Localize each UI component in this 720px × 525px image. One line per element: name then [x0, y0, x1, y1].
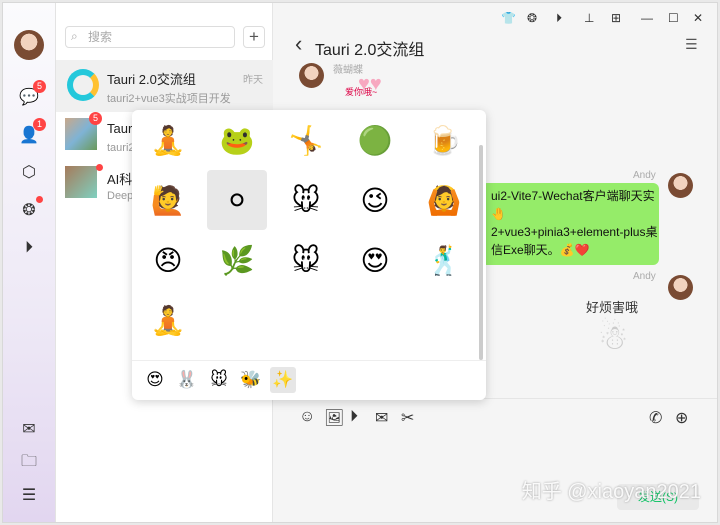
sticker[interactable]: 🐭	[276, 230, 336, 290]
item-subtitle: tauri2	[107, 142, 135, 154]
app-window: 💬 5 👤 1 ⬡ ❂ ⏵ ✉ 🗀 ☰ 搜索 ⌕ + Tauri 2.0交流组 …	[2, 2, 718, 523]
play-icon[interactable]: ⏵	[556, 11, 562, 26]
grid-icon[interactable]: ⊞	[611, 11, 621, 25]
search-icon: ⌕	[71, 29, 78, 43]
item-subtitle: tauri2+vue3实战项目开发	[107, 93, 231, 105]
sticker[interactable]: 🤸	[276, 110, 336, 170]
sticker-tab[interactable]: 🐝	[238, 367, 264, 393]
message-line: 2+vue3+pinia3+element-plus桌	[491, 225, 658, 239]
mail-icon[interactable]: ✉	[17, 417, 41, 441]
pin-icon[interactable]: ⊥	[584, 11, 594, 25]
plus-icon[interactable]: ⊕	[675, 408, 688, 428]
message-line: 信Exe聊天。💰❤️	[491, 243, 590, 257]
sticker-picker: 🧘 🐸 🤸 🟢 🍺 🙋 ⚪ 🐭 😉 🙆 😠 🌿 🐭 😍 🕺 🧘 😍 🐰 🐭 🐝 ✨	[132, 110, 486, 400]
phone-icon[interactable]: ✆	[649, 408, 662, 428]
sticker-tab[interactable]: 🐰	[174, 367, 200, 393]
settings-icon[interactable]: ☰	[685, 36, 698, 53]
sticker-tab[interactable]: 😍	[142, 367, 168, 393]
message-bubble: ui2-Vite7-Wechat客户端聊天实 🤚 2+vue3+pinia3+e…	[481, 183, 659, 265]
group-avatar	[65, 166, 97, 198]
hearts-sticker: ♥♥	[358, 73, 382, 95]
sticker-message: 好烦害哦	[586, 300, 639, 315]
add-button[interactable]: +	[243, 26, 265, 48]
sender-name: Andy	[633, 170, 656, 181]
image-icon[interactable]: 🖼	[324, 408, 344, 428]
sticker[interactable]: 🕺	[414, 230, 474, 290]
sticker-figure: ☃	[598, 319, 629, 357]
menu-icon[interactable]: ☰	[17, 483, 41, 507]
item-subtitle: Deep	[107, 190, 134, 202]
close-icon[interactable]: ✕	[693, 11, 703, 25]
box-icon[interactable]: ⬡	[17, 160, 41, 184]
message-line: 🤚	[491, 207, 506, 221]
sticker[interactable]: 😉	[345, 170, 405, 230]
item-title: Tauri 2.0交流组	[107, 72, 196, 87]
emoji-icon[interactable]: ☺	[299, 408, 315, 426]
sticker[interactable]: 🌿	[207, 230, 267, 290]
user-avatar[interactable]	[14, 30, 44, 60]
item-dot	[96, 164, 103, 171]
sticker[interactable]: 🧘	[138, 110, 198, 170]
search-input[interactable]: 搜索	[65, 26, 235, 48]
sender-avatar	[668, 173, 693, 198]
item-title: AI科	[107, 172, 133, 187]
tauri-logo-icon	[67, 69, 99, 101]
sticker[interactable]: ⚪	[207, 170, 267, 230]
item-time: 昨天	[243, 75, 263, 86]
sender-avatar	[299, 63, 324, 88]
watermark: 知乎 @xiaoyan2021	[521, 481, 701, 503]
sender-avatar	[668, 275, 693, 300]
sticker[interactable]: 🟢	[345, 110, 405, 170]
sticker[interactable]: 🐸	[207, 110, 267, 170]
back-icon[interactable]: ‹	[295, 31, 302, 57]
sticker[interactable]: 🙋	[138, 170, 198, 230]
item-badge: 5	[89, 112, 102, 125]
sender-name: Andy	[633, 271, 656, 282]
contacts-badge: 1	[33, 118, 46, 131]
chat-badge: 5	[33, 80, 46, 93]
skin-icon[interactable]: 👕	[501, 11, 516, 25]
sidebar: 💬 5 👤 1 ⬡ ❂ ⏵ ✉ 🗀 ☰	[3, 3, 56, 522]
envelope-icon[interactable]: ✉	[375, 408, 388, 428]
sticker[interactable]: 🧘	[138, 290, 198, 350]
scissors-icon[interactable]: ✂	[401, 408, 414, 428]
folder-icon[interactable]: 🗀	[17, 451, 41, 475]
scrollbar[interactable]	[479, 145, 483, 360]
video-icon[interactable]: ⏵	[350, 408, 358, 426]
list-item[interactable]: Tauri 2.0交流组 tauri2+vue3实战项目开发 昨天	[56, 60, 273, 112]
aperture-dot	[36, 196, 43, 203]
sticker[interactable]: 🍺	[414, 110, 474, 170]
chat-title: Tauri 2.0交流组	[315, 42, 425, 59]
sticker-tab[interactable]: ✨	[270, 367, 296, 393]
sticker[interactable]: 🙆	[414, 170, 474, 230]
item-title: Taur	[107, 121, 133, 136]
maximize-icon[interactable]: ☐	[668, 11, 679, 25]
sticker-grid: 🧘 🐸 🤸 🟢 🍺 🙋 ⚪ 🐭 😉 🙆 😠 🌿 🐭 😍 🕺 🧘	[138, 110, 478, 360]
aperture-icon[interactable]: ❂	[527, 11, 537, 25]
sticker[interactable]: 😠	[138, 230, 198, 290]
sticker-tabs: 😍 🐰 🐭 🐝 ✨	[132, 360, 486, 400]
minimize-icon[interactable]: —	[641, 11, 653, 25]
sticker-tab[interactable]: 🐭	[206, 367, 232, 393]
sticker[interactable]: 😍	[345, 230, 405, 290]
play-icon[interactable]: ⏵	[17, 236, 41, 260]
message-line: ui2-Vite7-Wechat客户端聊天实	[491, 189, 655, 203]
sticker[interactable]: 🐭	[276, 170, 336, 230]
